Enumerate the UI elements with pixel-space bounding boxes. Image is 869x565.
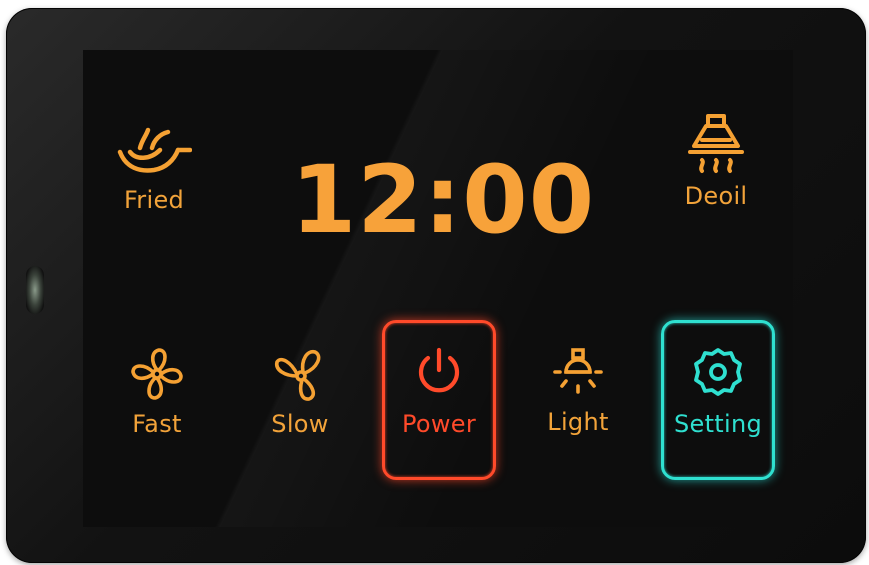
power-icon — [418, 347, 460, 393]
light-label: Light — [547, 408, 609, 436]
setting-label: Setting — [673, 410, 763, 438]
fast-button[interactable]: Fast — [121, 346, 193, 438]
power-label: Power — [401, 410, 477, 438]
fast-label: Fast — [132, 410, 182, 438]
range-hood-icon — [688, 114, 744, 173]
deoil-button[interactable]: Deoil — [679, 112, 753, 210]
wok-icon — [117, 127, 192, 173]
deoil-label: Deoil — [684, 182, 748, 210]
sensor-window — [26, 266, 44, 314]
fried-button[interactable]: Fried — [117, 126, 192, 214]
power-button[interactable]: Power — [382, 346, 496, 438]
setting-button[interactable]: Setting — [661, 346, 775, 438]
clock-display: 12:00 — [290, 146, 596, 255]
light-button[interactable]: Light — [541, 346, 615, 436]
slow-label: Slow — [271, 410, 329, 438]
fan-slow-icon — [274, 349, 321, 401]
fan-fast-icon — [131, 348, 183, 400]
fried-label: Fried — [123, 186, 185, 214]
touch-screen: Fried 12:00 Deoil Fast Slow Power Light … — [83, 50, 793, 527]
bulb-icon — [553, 348, 603, 394]
slow-button[interactable]: Slow — [263, 346, 337, 438]
gear-icon — [694, 348, 742, 396]
